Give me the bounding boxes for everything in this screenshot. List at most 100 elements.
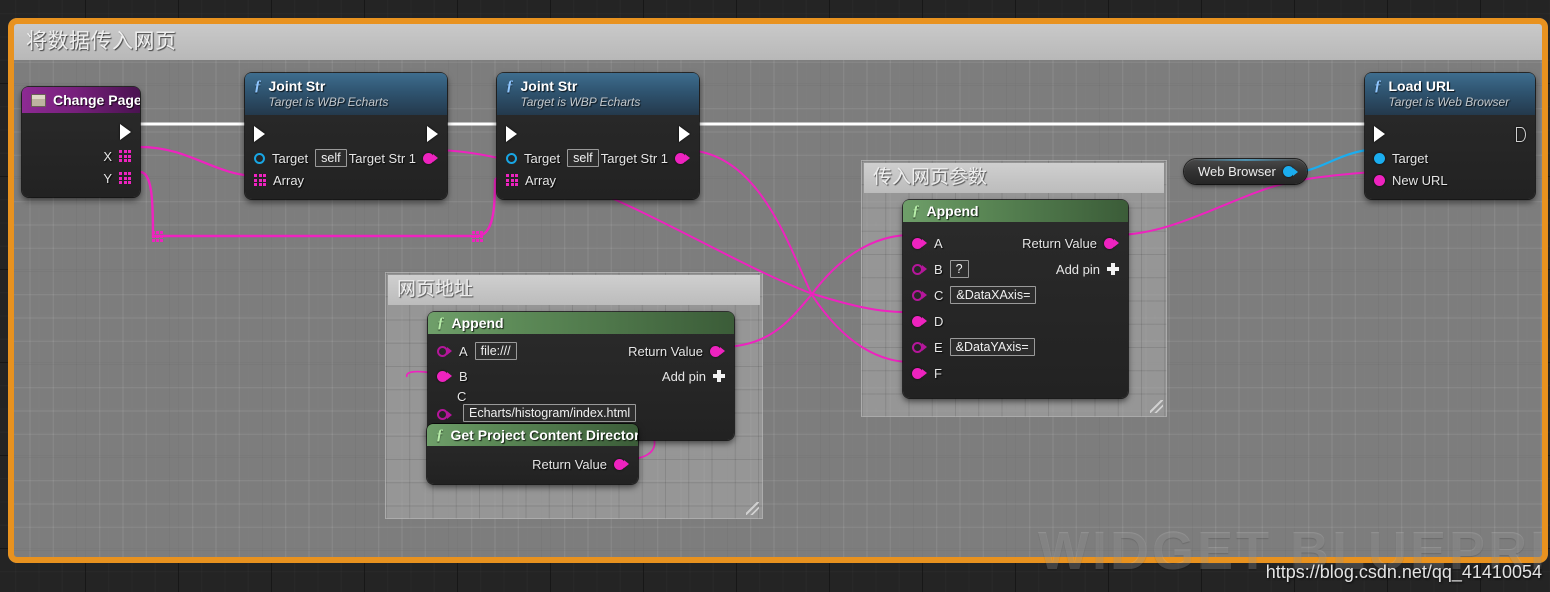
row-pin-f[interactable]: F bbox=[903, 360, 1128, 386]
string-pin-a[interactable] bbox=[437, 346, 452, 357]
pin-arrow-icon bbox=[922, 317, 927, 325]
add-pin-button[interactable]: Add pin bbox=[1056, 262, 1119, 277]
node-append-params[interactable]: ƒ Append A Return Value bbox=[903, 200, 1128, 398]
row-new-url[interactable]: New URL bbox=[1365, 169, 1535, 191]
row-exec-out[interactable] bbox=[22, 119, 140, 145]
node-change-page-title: Change Page bbox=[53, 92, 140, 108]
row-pin-a[interactable]: A Return Value bbox=[903, 230, 1128, 256]
node-joint-str-1[interactable]: ƒ Joint Str Target is WBP Echarts Target… bbox=[245, 73, 447, 199]
plus-icon[interactable] bbox=[713, 370, 725, 382]
array-pin-x-icon[interactable] bbox=[119, 150, 131, 162]
plus-icon[interactable] bbox=[1107, 263, 1119, 275]
string-pin-a[interactable] bbox=[912, 238, 927, 249]
comment-webpage-address-title[interactable]: 网页地址 bbox=[388, 275, 760, 305]
node-change-page-header[interactable]: Change Page bbox=[22, 87, 140, 113]
array-pin-icon[interactable] bbox=[506, 174, 518, 186]
value-input-c[interactable]: Echarts/histogram/index.html bbox=[463, 404, 636, 422]
array-pin-icon[interactable] bbox=[254, 174, 266, 186]
value-input-e[interactable]: &DataYAxis= bbox=[950, 338, 1035, 356]
object-pin-icon[interactable] bbox=[506, 153, 517, 164]
node-load-url-header[interactable]: ƒ Load URL Target is Web Browser bbox=[1365, 73, 1535, 115]
reroute-knot-right[interactable] bbox=[472, 231, 483, 242]
row-return-value[interactable]: Return Value bbox=[427, 453, 638, 475]
resize-grip-icon[interactable] bbox=[1150, 400, 1163, 413]
row-pin-c[interactable]: C &DataXAxis= bbox=[903, 282, 1128, 308]
value-target-self[interactable]: self bbox=[315, 149, 346, 167]
blueprint-graph-canvas[interactable]: 将数据传入网页 网页地址 传入网页参数 WIDGET BLUEPRINT bbox=[0, 0, 1550, 592]
node-change-page[interactable]: Change Page X Y bbox=[22, 87, 140, 197]
resize-grip-icon[interactable] bbox=[746, 502, 759, 515]
string-pin-new-url[interactable] bbox=[1374, 175, 1385, 186]
node-get-project-content-directory[interactable]: ƒ Get Project Content Directory Return V… bbox=[427, 424, 638, 484]
row-target[interactable]: Target bbox=[1365, 147, 1535, 169]
exec-out-pin[interactable] bbox=[1516, 127, 1526, 142]
object-pin-target[interactable] bbox=[254, 153, 265, 164]
string-pin-d[interactable] bbox=[912, 316, 927, 327]
string-pin-target-str-1[interactable] bbox=[423, 153, 438, 164]
string-pin-f[interactable] bbox=[912, 368, 927, 379]
row-array[interactable]: Array bbox=[497, 169, 699, 191]
exec-in-pin[interactable] bbox=[506, 126, 517, 142]
node-get-project-content-directory-body: Return Value bbox=[427, 446, 638, 484]
value-input-c[interactable]: &DataXAxis= bbox=[950, 286, 1036, 304]
exec-out-pin[interactable] bbox=[679, 126, 690, 142]
node-load-url[interactable]: ƒ Load URL Target is Web Browser Target bbox=[1365, 73, 1535, 199]
comment-webpage-params-title[interactable]: 传入网页参数 bbox=[864, 163, 1164, 193]
string-pin-icon[interactable] bbox=[1374, 175, 1385, 186]
object-pin-icon[interactable] bbox=[1374, 153, 1385, 164]
row-pin-d[interactable]: D bbox=[903, 308, 1128, 334]
object-pin-web-browser[interactable] bbox=[1283, 166, 1298, 177]
row-pin-b[interactable]: B Add pin bbox=[428, 362, 734, 390]
row-pin-x[interactable]: X bbox=[22, 145, 140, 167]
row-exec[interactable] bbox=[497, 121, 699, 147]
string-pin-return-value[interactable] bbox=[1104, 238, 1119, 249]
string-pin-c[interactable] bbox=[912, 290, 927, 301]
row-exec[interactable] bbox=[1365, 121, 1535, 147]
exec-out-pin[interactable] bbox=[120, 124, 131, 140]
string-pin-return-value[interactable] bbox=[710, 346, 725, 357]
pin-arrow-icon bbox=[922, 265, 927, 273]
row-exec[interactable] bbox=[245, 121, 447, 147]
comment-outer-title[interactable]: 将数据传入网页 bbox=[14, 24, 1542, 60]
node-append-address-header[interactable]: ƒ Append bbox=[428, 312, 734, 334]
node-append-address[interactable]: ƒ Append A file:/// Return Value bbox=[428, 312, 734, 440]
exec-in-pin[interactable] bbox=[254, 126, 265, 142]
string-pin-e[interactable] bbox=[912, 342, 927, 353]
exec-in-pin[interactable] bbox=[1374, 126, 1385, 142]
string-pin-target-str-1[interactable] bbox=[675, 153, 690, 164]
value-input-b[interactable]: ? bbox=[950, 260, 969, 278]
node-joint-str-2-subtitle: Target is WBP Echarts bbox=[521, 95, 641, 109]
object-pin-icon[interactable] bbox=[254, 153, 265, 164]
value-input-a[interactable]: file:/// bbox=[475, 342, 517, 360]
string-pin-b[interactable] bbox=[912, 264, 927, 275]
row-array[interactable]: Array bbox=[245, 169, 447, 191]
object-pin-target[interactable] bbox=[506, 153, 517, 164]
node-joint-str-1-header[interactable]: ƒ Joint Str Target is WBP Echarts bbox=[245, 73, 447, 115]
string-pin-return-value[interactable] bbox=[614, 459, 629, 470]
pin-label-target: Target bbox=[272, 151, 308, 166]
add-pin-button[interactable]: Add pin bbox=[662, 369, 725, 384]
string-pin-c[interactable] bbox=[437, 409, 452, 420]
row-pin-e[interactable]: E &DataYAxis= bbox=[903, 334, 1128, 360]
node-get-project-content-directory-header[interactable]: ƒ Get Project Content Directory bbox=[427, 424, 638, 446]
node-joint-str-2[interactable]: ƒ Joint Str Target is WBP Echarts Target… bbox=[497, 73, 699, 199]
node-joint-str-1-title: Joint Str bbox=[269, 78, 326, 94]
comment-box-outer[interactable]: 将数据传入网页 bbox=[8, 18, 1548, 563]
row-pin-y[interactable]: Y bbox=[22, 167, 140, 189]
pin-arrow-icon bbox=[1293, 168, 1298, 176]
row-pin-a[interactable]: A file:/// Return Value bbox=[428, 340, 734, 362]
node-joint-str-2-header[interactable]: ƒ Joint Str Target is WBP Echarts bbox=[497, 73, 699, 115]
node-web-browser-variable[interactable]: Web Browser bbox=[1184, 159, 1307, 184]
reroute-knot-left[interactable] bbox=[152, 231, 163, 242]
exec-out-pin[interactable] bbox=[427, 126, 438, 142]
array-pin-y-icon[interactable] bbox=[119, 172, 131, 184]
function-f-icon: ƒ bbox=[506, 79, 514, 94]
node-append-params-header[interactable]: ƒ Append bbox=[903, 200, 1128, 222]
row-target[interactable]: Target self Target Str 1 bbox=[245, 147, 447, 169]
row-pin-c[interactable]: C Echarts/histogram/index.html bbox=[428, 390, 734, 424]
value-target-self[interactable]: self bbox=[567, 149, 598, 167]
object-pin-target[interactable] bbox=[1374, 153, 1385, 164]
string-pin-b[interactable] bbox=[437, 371, 452, 382]
row-pin-b[interactable]: B ? Add pin bbox=[903, 256, 1128, 282]
row-target[interactable]: Target self Target Str 1 bbox=[497, 147, 699, 169]
